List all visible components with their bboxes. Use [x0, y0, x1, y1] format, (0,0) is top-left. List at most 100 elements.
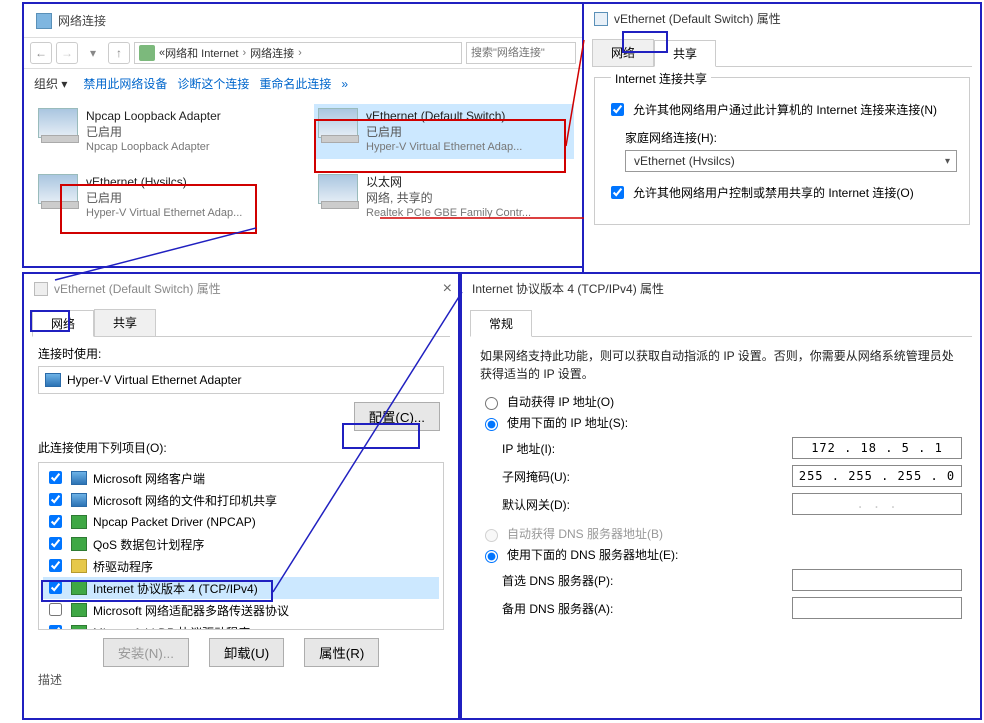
- network-items-list[interactable]: Microsoft 网络客户端 Microsoft 网络的文件和打印机共享 Np…: [38, 462, 444, 630]
- item-tick[interactable]: [49, 493, 62, 506]
- item-tick[interactable]: [49, 559, 62, 572]
- adapter-icon: [318, 174, 358, 204]
- protocol-icon: [71, 581, 87, 595]
- item-tick[interactable]: [49, 581, 62, 594]
- adapter-icon: [318, 108, 358, 138]
- list-item: Microsoft 网络客户端: [43, 467, 439, 489]
- dns1-label: 首选 DNS 服务器(P):: [502, 572, 792, 589]
- auto-ip-label: 自动获得 IP 地址(O): [507, 393, 614, 410]
- rename-link[interactable]: 重命名此连接: [259, 75, 331, 92]
- use-ip-radio[interactable]: 使用下面的 IP 地址(S):: [480, 414, 962, 431]
- adapter-status: 已启用: [366, 124, 522, 140]
- breadcrumb-seg[interactable]: 网络连接: [250, 45, 294, 61]
- tab-bar: 网络 共享: [592, 39, 972, 67]
- group-label: Internet 连接共享: [611, 70, 711, 87]
- gateway-input[interactable]: . . .: [792, 493, 962, 515]
- configure-button[interactable]: 配置(C)...: [354, 402, 440, 431]
- adapter-vethernet-default-switch[interactable]: vEthernet (Default Switch) 已启用 Hyper-V V…: [314, 104, 574, 159]
- adapter-name: 以太网: [366, 174, 531, 190]
- use-dns-radio-input[interactable]: [485, 550, 498, 563]
- mask-label: 子网掩码(U):: [502, 468, 792, 485]
- adapter-name: Npcap Loopback Adapter: [86, 108, 221, 124]
- nav-history-button[interactable]: ▾: [82, 42, 104, 64]
- internet-sharing-group: Internet 连接共享 允许其他网络用户通过此计算机的 Internet 连…: [594, 77, 970, 225]
- dns2-input[interactable]: [792, 597, 962, 619]
- adapter-ethernet[interactable]: 以太网 网络, 共享的 Realtek PCIe GBE Family Cont…: [314, 170, 574, 225]
- driver-icon: [71, 537, 87, 551]
- use-ip-radio-input[interactable]: [485, 418, 498, 431]
- allow-control-tick[interactable]: [611, 186, 624, 199]
- toolbar-overflow[interactable]: »: [341, 77, 348, 91]
- nav-forward-button[interactable]: →: [56, 42, 78, 64]
- item-label: Microsoft 网络客户端: [93, 470, 205, 487]
- item-label: 桥驱动程序: [93, 558, 153, 575]
- service-icon: [71, 493, 87, 507]
- close-icon[interactable]: ×: [443, 280, 452, 298]
- nav-up-button[interactable]: ↑: [108, 42, 130, 64]
- uninstall-button[interactable]: 卸载(U): [209, 638, 284, 667]
- protocol-icon: [71, 603, 87, 617]
- diagnose-link[interactable]: 诊断这个连接: [177, 75, 249, 92]
- window-title: 网络连接: [58, 12, 106, 29]
- tab-sharing[interactable]: 共享: [654, 40, 716, 67]
- tab-network[interactable]: 网络: [32, 310, 94, 337]
- ethernet-icon: [594, 12, 608, 26]
- use-ip-label: 使用下面的 IP 地址(S):: [507, 414, 628, 431]
- adapter-icon: [38, 108, 78, 138]
- dns1-input[interactable]: [792, 569, 962, 591]
- adapter-list: Npcap Loopback Adapter 已启用 Npcap Loopbac…: [24, 98, 582, 258]
- window-title-bar: vEthernet (Default Switch) 属性: [24, 274, 458, 303]
- toolbar: 组织 ▾ 禁用此网络设备 诊断这个连接 重命名此连接 »: [24, 69, 582, 98]
- ethernet-icon: [34, 282, 48, 296]
- allow-share-checkbox[interactable]: 允许其他网络用户通过此计算机的 Internet 连接来连接(N): [607, 101, 957, 119]
- address-bar[interactable]: « 网络和 Internet › 网络连接 ›: [134, 42, 462, 64]
- item-label: Microsoft LLDP 协议驱动程序: [93, 624, 250, 631]
- mask-input[interactable]: 255 . 255 . 255 . 0: [792, 465, 962, 487]
- item-label: QoS 数据包计划程序: [93, 536, 204, 553]
- connect-using-box: Hyper-V Virtual Ethernet Adapter: [38, 366, 444, 394]
- item-tick[interactable]: [49, 471, 62, 484]
- disable-device-link[interactable]: 禁用此网络设备: [83, 75, 167, 92]
- search-input[interactable]: [466, 42, 576, 64]
- home-network-value: vEthernet (Hvsilcs): [634, 154, 735, 168]
- home-network-combobox[interactable]: vEthernet (Hvsilcs) ▾: [625, 150, 957, 172]
- breadcrumb-seg[interactable]: 网络和 Internet: [165, 45, 238, 61]
- list-item: Microsoft 网络适配器多路传送器协议: [43, 599, 439, 621]
- list-item-ipv4: Internet 协议版本 4 (TCP/IPv4): [43, 577, 439, 599]
- allow-control-label: 允许其他网络用户控制或禁用共享的 Internet 连接(O): [633, 184, 914, 201]
- tab-network[interactable]: 网络: [592, 39, 654, 66]
- item-tick[interactable]: [49, 625, 62, 630]
- adapter-small-icon: [45, 373, 61, 387]
- adapter-name: vEthernet (Default Switch): [366, 108, 522, 124]
- item-label: Microsoft 网络的文件和打印机共享: [93, 492, 277, 509]
- tab-general[interactable]: 常规: [470, 310, 532, 337]
- items-label: 此连接使用下列项目(O):: [38, 439, 444, 456]
- item-tick[interactable]: [49, 537, 62, 550]
- adapter-desc: Npcap Loopback Adapter: [86, 140, 221, 155]
- adapter-npcap[interactable]: Npcap Loopback Adapter 已启用 Npcap Loopbac…: [34, 104, 294, 159]
- ipv4-description: 如果网络支持此功能，则可以获取自动指派的 IP 设置。否则，你需要从网络系统管理…: [480, 347, 962, 383]
- auto-dns-label: 自动获得 DNS 服务器地址(B): [507, 525, 663, 542]
- item-tick[interactable]: [49, 515, 62, 528]
- use-dns-radio[interactable]: 使用下面的 DNS 服务器地址(E):: [480, 546, 962, 563]
- adapter-vethernet-hvsilcs[interactable]: vEthernet (Hvsilcs) 已启用 Hyper-V Virtual …: [34, 170, 294, 225]
- adapter-name: vEthernet (Hvsilcs): [86, 174, 242, 190]
- properties-button[interactable]: 属性(R): [304, 638, 379, 667]
- adapter-desc: Hyper-V Virtual Ethernet Adap...: [86, 206, 242, 221]
- window-title: vEthernet (Default Switch) 属性: [614, 10, 781, 27]
- item-label: Internet 协议版本 4 (TCP/IPv4): [93, 580, 258, 597]
- tab-sharing[interactable]: 共享: [94, 309, 156, 336]
- window-title-bar: 网络连接: [24, 4, 582, 37]
- install-button: 安装(N)...: [103, 638, 189, 667]
- allow-share-tick[interactable]: [611, 103, 624, 116]
- organize-menu[interactable]: 组织 ▾: [34, 75, 67, 92]
- auto-ip-radio-input[interactable]: [485, 397, 498, 410]
- auto-ip-radio[interactable]: 自动获得 IP 地址(O): [480, 393, 962, 410]
- list-item: Microsoft 网络的文件和打印机共享: [43, 489, 439, 511]
- network-folder-icon: [139, 45, 155, 61]
- item-tick[interactable]: [49, 603, 62, 616]
- ip-input[interactable]: 172 . 18 . 5 . 1: [792, 437, 962, 459]
- nav-back-button[interactable]: ←: [30, 42, 52, 64]
- allow-control-checkbox[interactable]: 允许其他网络用户控制或禁用共享的 Internet 连接(O): [607, 184, 957, 202]
- description-label: 描述: [38, 671, 444, 688]
